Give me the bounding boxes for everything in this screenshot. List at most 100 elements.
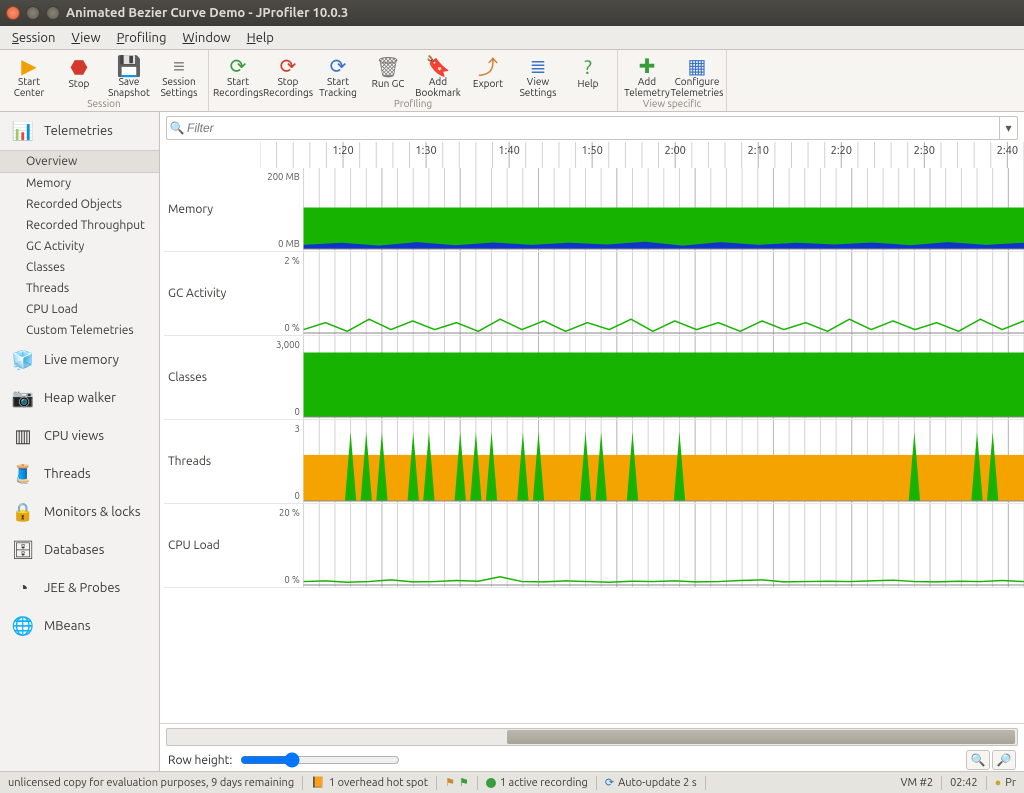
add-bookmark-button[interactable]: 🔖AddBookmark bbox=[413, 52, 463, 98]
sidebar-section-databases[interactable]: 🗄Databases bbox=[0, 531, 159, 569]
status-hotspot[interactable]: 📙1 overhead hot spot bbox=[303, 772, 436, 793]
row-height-slider[interactable] bbox=[240, 752, 400, 768]
sidebar-item-overview[interactable]: Overview bbox=[0, 150, 159, 173]
chart-label-threads: Threads bbox=[164, 420, 260, 503]
chart-label-classes: Classes bbox=[164, 336, 260, 419]
menu-bar: SessionViewProfilingWindowHelp bbox=[0, 26, 1024, 50]
telemetry-charts: 1:201:301:401:502:002:102:202:302:40Memo… bbox=[160, 142, 1024, 723]
chart-label-cpu: CPU Load bbox=[164, 504, 260, 587]
start-tracking-button[interactable]: ⟳StartTracking bbox=[313, 52, 363, 98]
stop-button[interactable]: ⬣Stop bbox=[54, 52, 104, 98]
sidebar-item-recorded-objects[interactable]: Recorded Objects bbox=[0, 194, 159, 215]
sidebar-section-monitors-locks[interactable]: 🔒Monitors & locks bbox=[0, 493, 159, 531]
filter-input[interactable] bbox=[187, 121, 999, 135]
status-clock: 02:42 bbox=[942, 772, 986, 793]
window-maximize-icon[interactable] bbox=[46, 6, 60, 20]
add-telemetry-button[interactable]: ✚AddTelemetry bbox=[622, 52, 672, 98]
sidebar: 📊 Telemetries OverviewMemoryRecorded Objec… bbox=[0, 112, 160, 771]
sidebar-section-label: Telemetries bbox=[44, 124, 113, 138]
svg-text:0: 0 bbox=[294, 406, 299, 417]
sidebar-item-threads[interactable]: Threads bbox=[0, 278, 159, 299]
flag-icon: ⚑ bbox=[459, 776, 469, 789]
run-gc-button[interactable]: 🗑Run GC bbox=[363, 52, 413, 98]
svg-text:0 MB: 0 MB bbox=[278, 238, 300, 249]
add-bookmark-icon: 🔖 bbox=[426, 54, 450, 76]
sidebar-item-custom-telemetries[interactable]: Custom Telemetries bbox=[0, 320, 159, 341]
svg-text:2:10: 2:10 bbox=[748, 145, 769, 157]
sidebar-section-cpu-views[interactable]: ▥CPU views bbox=[0, 417, 159, 455]
sidebar-item-recorded-throughput[interactable]: Recorded Throughput bbox=[0, 215, 159, 236]
export-label: Export bbox=[473, 78, 503, 89]
zoom-fit-button[interactable]: 🔍 bbox=[966, 750, 990, 770]
mbeans-icon: 🌐 bbox=[10, 615, 36, 637]
sidebar-section-label: Monitors & locks bbox=[44, 505, 140, 519]
sidebar-item-gc-activity[interactable]: GC Activity bbox=[0, 236, 159, 257]
window-close-icon[interactable] bbox=[6, 6, 20, 20]
toolbar-group-profiling: ⟳StartRecordings⟳StopRecordings⟳StartTra… bbox=[209, 50, 618, 111]
window-minimize-icon[interactable] bbox=[26, 6, 40, 20]
sidebar-section-label: MBeans bbox=[44, 619, 90, 633]
chart-gc: GC Activity2 %0 % bbox=[164, 252, 1024, 336]
toolbar: ▶StartCenter⬣Stop💾SaveSnapshot≡SessionSe… bbox=[0, 50, 1024, 112]
sidebar-item-memory[interactable]: Memory bbox=[0, 173, 159, 194]
sidebar-section-label: Heap walker bbox=[44, 391, 116, 405]
profiling-dot-icon: ● bbox=[995, 777, 1002, 789]
status-flags[interactable]: ⚑⚑ bbox=[437, 772, 477, 793]
sidebar-section-jee-probes[interactable]: ◔ JEE & Probes bbox=[0, 569, 159, 607]
status-profiling[interactable]: ●Pr bbox=[987, 772, 1024, 793]
svg-text:200 MB: 200 MB bbox=[267, 171, 299, 182]
export-button[interactable]: ⤴Export bbox=[463, 52, 513, 98]
view-settings-button[interactable]: ≣ViewSettings bbox=[513, 52, 563, 98]
status-recording[interactable]: 1 active recording bbox=[478, 772, 596, 793]
export-icon: ⤴ bbox=[476, 54, 500, 78]
chart-label-gc: GC Activity bbox=[164, 252, 260, 335]
chart-plot-memory[interactable]: 200 MB 0 MB bbox=[260, 168, 1024, 251]
chart-plot-threads[interactable]: 30 bbox=[260, 420, 1024, 503]
svg-text:1:30: 1:30 bbox=[415, 145, 436, 157]
menu-session[interactable]: Session bbox=[4, 29, 63, 47]
threads-icon: 🧵 bbox=[10, 463, 36, 485]
sidebar-item-cpu-load[interactable]: CPU Load bbox=[0, 299, 159, 320]
session-settings-button[interactable]: ≡SessionSettings bbox=[154, 52, 204, 98]
help-button[interactable]: ?Help bbox=[563, 52, 613, 98]
sidebar-section-mbeans[interactable]: 🌐 MBeans bbox=[0, 607, 159, 645]
sidebar-section-label: Threads bbox=[44, 467, 91, 481]
sidebar-section-threads[interactable]: 🧵 Threads bbox=[0, 455, 159, 493]
sidebar-section-live-memory[interactable]: 🧊Live memory bbox=[0, 341, 159, 379]
chart-plot-cpu[interactable]: 20 %0 % bbox=[260, 504, 1024, 587]
stop-recordings-button[interactable]: ⟳StopRecordings bbox=[263, 52, 313, 98]
jee-probes-icon: ◔ bbox=[10, 577, 36, 599]
status-autoupdate[interactable]: ⟳Auto-update 2 s bbox=[597, 772, 705, 793]
svg-text:3: 3 bbox=[294, 423, 299, 434]
zoom-reset-button[interactable]: 🔎 bbox=[992, 750, 1016, 770]
chart-plot-gc[interactable]: 2 %0 % bbox=[260, 252, 1024, 335]
horizontal-scrollbar[interactable] bbox=[166, 728, 1018, 746]
hotspot-icon: 📙 bbox=[311, 776, 325, 789]
sidebar-section-label: Live memory bbox=[44, 353, 119, 367]
sidebar-section-label: Databases bbox=[44, 543, 104, 557]
start-center-button[interactable]: ▶StartCenter bbox=[4, 52, 54, 98]
chart-cpu: CPU Load20 %0 % bbox=[164, 504, 1024, 588]
sidebar-section-telemetries[interactable]: 📊 Telemetries bbox=[0, 112, 159, 150]
save-snapshot-button[interactable]: 💾SaveSnapshot bbox=[104, 52, 154, 98]
add-telemetry-icon: ✚ bbox=[635, 54, 659, 76]
recording-dot-icon bbox=[486, 778, 496, 788]
telemetries-icon: 📊 bbox=[10, 120, 36, 142]
add-bookmark-label: AddBookmark bbox=[415, 76, 461, 98]
sidebar-section-heap-walker[interactable]: 📷Heap walker bbox=[0, 379, 159, 417]
menu-help[interactable]: Help bbox=[239, 29, 282, 47]
filter-dropdown-button[interactable]: ▾ bbox=[999, 117, 1017, 139]
sidebar-item-classes[interactable]: Classes bbox=[0, 257, 159, 278]
start-recordings-button[interactable]: ⟳StartRecordings bbox=[213, 52, 263, 98]
menu-window[interactable]: Window bbox=[174, 29, 238, 47]
sidebar-section-label: JEE & Probes bbox=[44, 581, 120, 595]
configure-telemetries-label: ConfigureTelemetries bbox=[671, 76, 724, 98]
menu-profiling[interactable]: Profiling bbox=[109, 29, 175, 47]
chart-plot-classes[interactable]: 3,0000 bbox=[260, 336, 1024, 419]
svg-text:2 %: 2 % bbox=[284, 255, 299, 266]
help-icon: ? bbox=[576, 54, 600, 78]
svg-text:20 %: 20 % bbox=[279, 507, 300, 518]
menu-view[interactable]: View bbox=[63, 29, 108, 47]
configure-telemetries-button[interactable]: ▦ConfigureTelemetries bbox=[672, 52, 722, 98]
scrollbar-thumb[interactable] bbox=[507, 730, 1015, 744]
